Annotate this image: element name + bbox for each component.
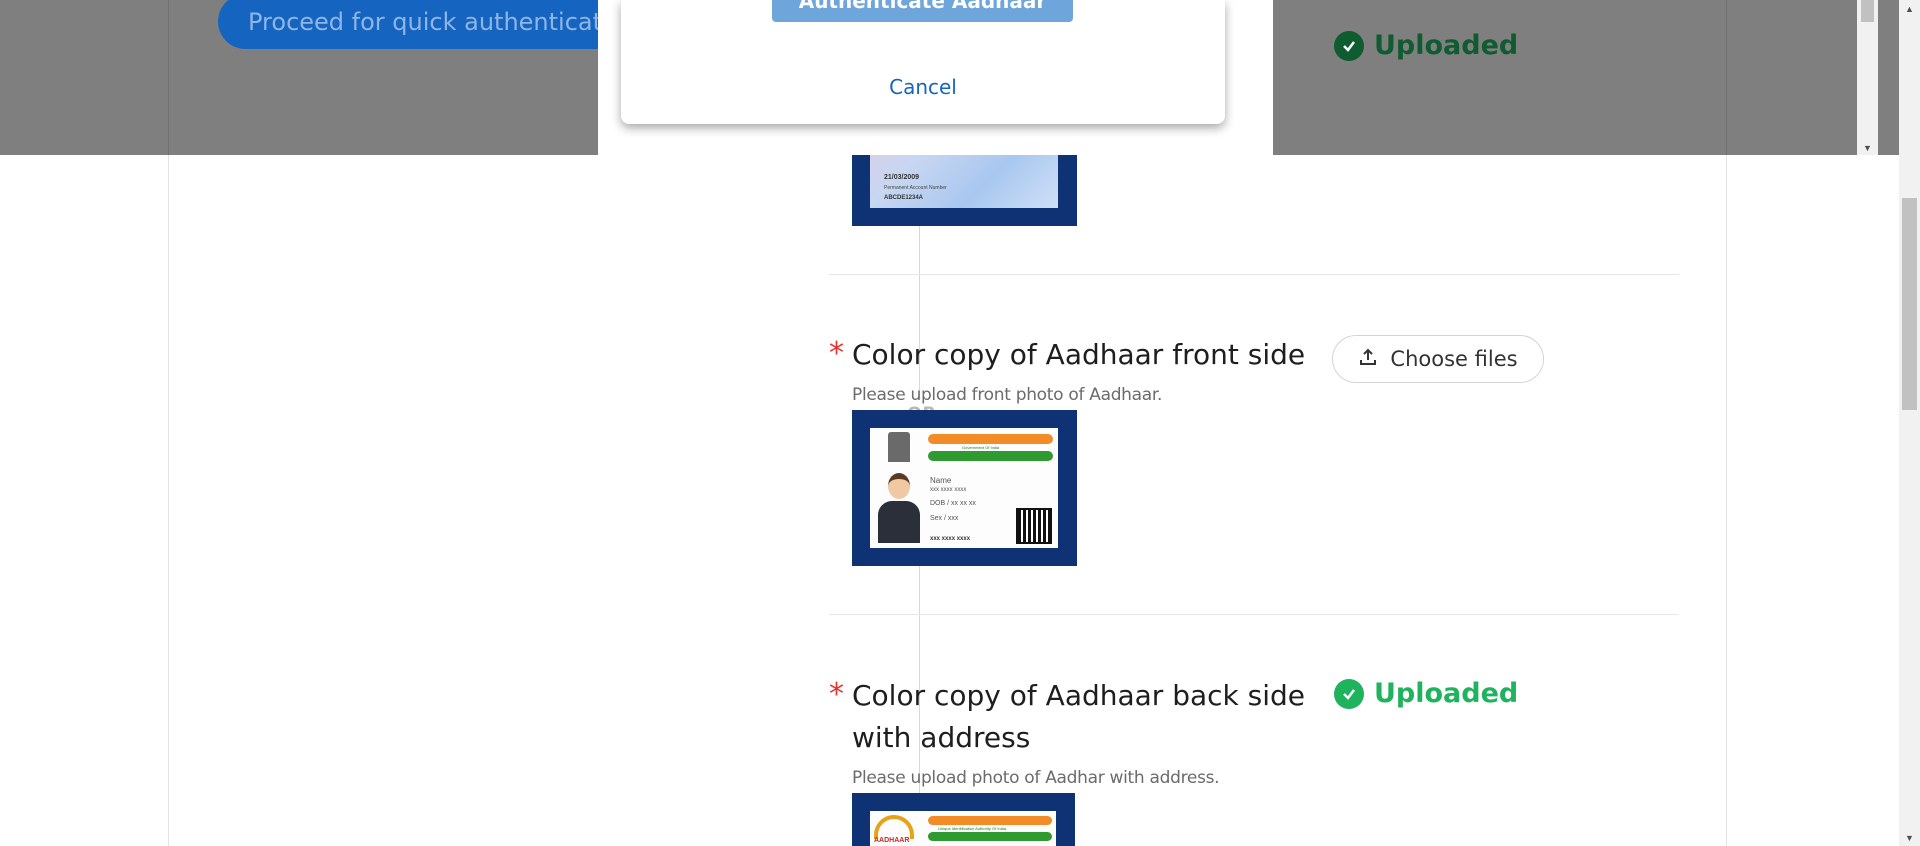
choose-files-label: Choose files (1390, 347, 1518, 371)
aadhaar-back-hint: Please upload photo of Aadhar with addre… (852, 768, 1220, 788)
emblem-icon (888, 432, 910, 462)
scroll-down-arrow-icon[interactable]: ▼ (1857, 143, 1878, 153)
pan-card-number: ABCDE1234A (884, 195, 924, 201)
aadhaar-back-title-line1: Color copy of Aadhaar back side (852, 679, 1306, 712)
required-marker: * (829, 336, 844, 371)
cancel-button[interactable]: Cancel (621, 75, 1225, 99)
aadhaar-back-header: Unique Identification Authority Of India (938, 826, 1007, 831)
aadhaar-front-title: Color copy of Aadhaar front side (852, 338, 1306, 371)
qr-code-icon (1016, 508, 1052, 544)
scroll-down-arrow-icon[interactable]: ▼ (1899, 829, 1920, 846)
dialog-scrollbar-thumb[interactable] (1861, 0, 1874, 22)
person-avatar-icon (878, 473, 920, 543)
pan-card-caption: Permanent Account Number (884, 185, 947, 191)
proceed-authentication-button[interactable]: Proceed for quick authentication (218, 0, 658, 49)
aadhaar-back-thumbnail: AADHAAR Unique Identification Authority … (852, 793, 1075, 846)
page-scrollbar[interactable]: ▲ ▼ (1899, 0, 1920, 846)
aadhaar-front-sex: Sex / xxx (930, 515, 959, 522)
aadhaar-front-header: Government Of India (962, 445, 1000, 450)
flag-stripe-saffron (928, 434, 1053, 444)
scrollbar-thumb[interactable] (1902, 198, 1917, 410)
section-separator (829, 614, 1679, 615)
aadhaar-front-name-label: Name (930, 476, 952, 485)
flag-stripe-green (928, 451, 1053, 461)
top-uploaded-status: Uploaded (1334, 30, 1518, 61)
scroll-up-arrow-icon[interactable]: ▲ (1899, 0, 1920, 17)
aadhaar-front-name-value: xxx xxxx xxxx (930, 487, 967, 493)
flag-stripe-green (928, 832, 1052, 841)
uploaded-label: Uploaded (1374, 30, 1519, 61)
required-marker: * (829, 677, 844, 712)
aadhaar-front-dob: DOB / xx xx xx (930, 500, 976, 507)
dialog-scrollbar[interactable]: ▼ (1857, 0, 1878, 155)
choose-files-button[interactable]: Choose files (1332, 335, 1544, 383)
aadhaar-front-hint: Please upload front photo of Aadhaar. (852, 385, 1163, 405)
upload-icon (1358, 347, 1378, 372)
check-circle-icon (1334, 678, 1364, 709)
uploaded-label: Uploaded (1374, 678, 1519, 709)
aadhaar-logo-icon (874, 815, 914, 839)
aadhaar-back-uploaded-status: Uploaded (1334, 678, 1518, 709)
authentication-dialog: Authenticate Aadhaar Cancel (621, 0, 1225, 124)
flag-stripe-saffron (928, 816, 1052, 825)
authenticate-aadhaar-button[interactable]: Authenticate Aadhaar (772, 0, 1073, 22)
aadhaar-back-logo-text: AADHAAR (874, 837, 910, 844)
aadhaar-front-number: xxx xxxx xxxx (930, 536, 971, 542)
pan-card-date: 21/03/2009 (884, 174, 920, 181)
check-circle-icon (1334, 30, 1364, 61)
aadhaar-back-title-line2: with address (852, 721, 1031, 754)
aadhaar-front-thumbnail: Government Of India Name xxx xxxx xxxx D… (852, 410, 1077, 566)
section-separator (829, 274, 1679, 275)
